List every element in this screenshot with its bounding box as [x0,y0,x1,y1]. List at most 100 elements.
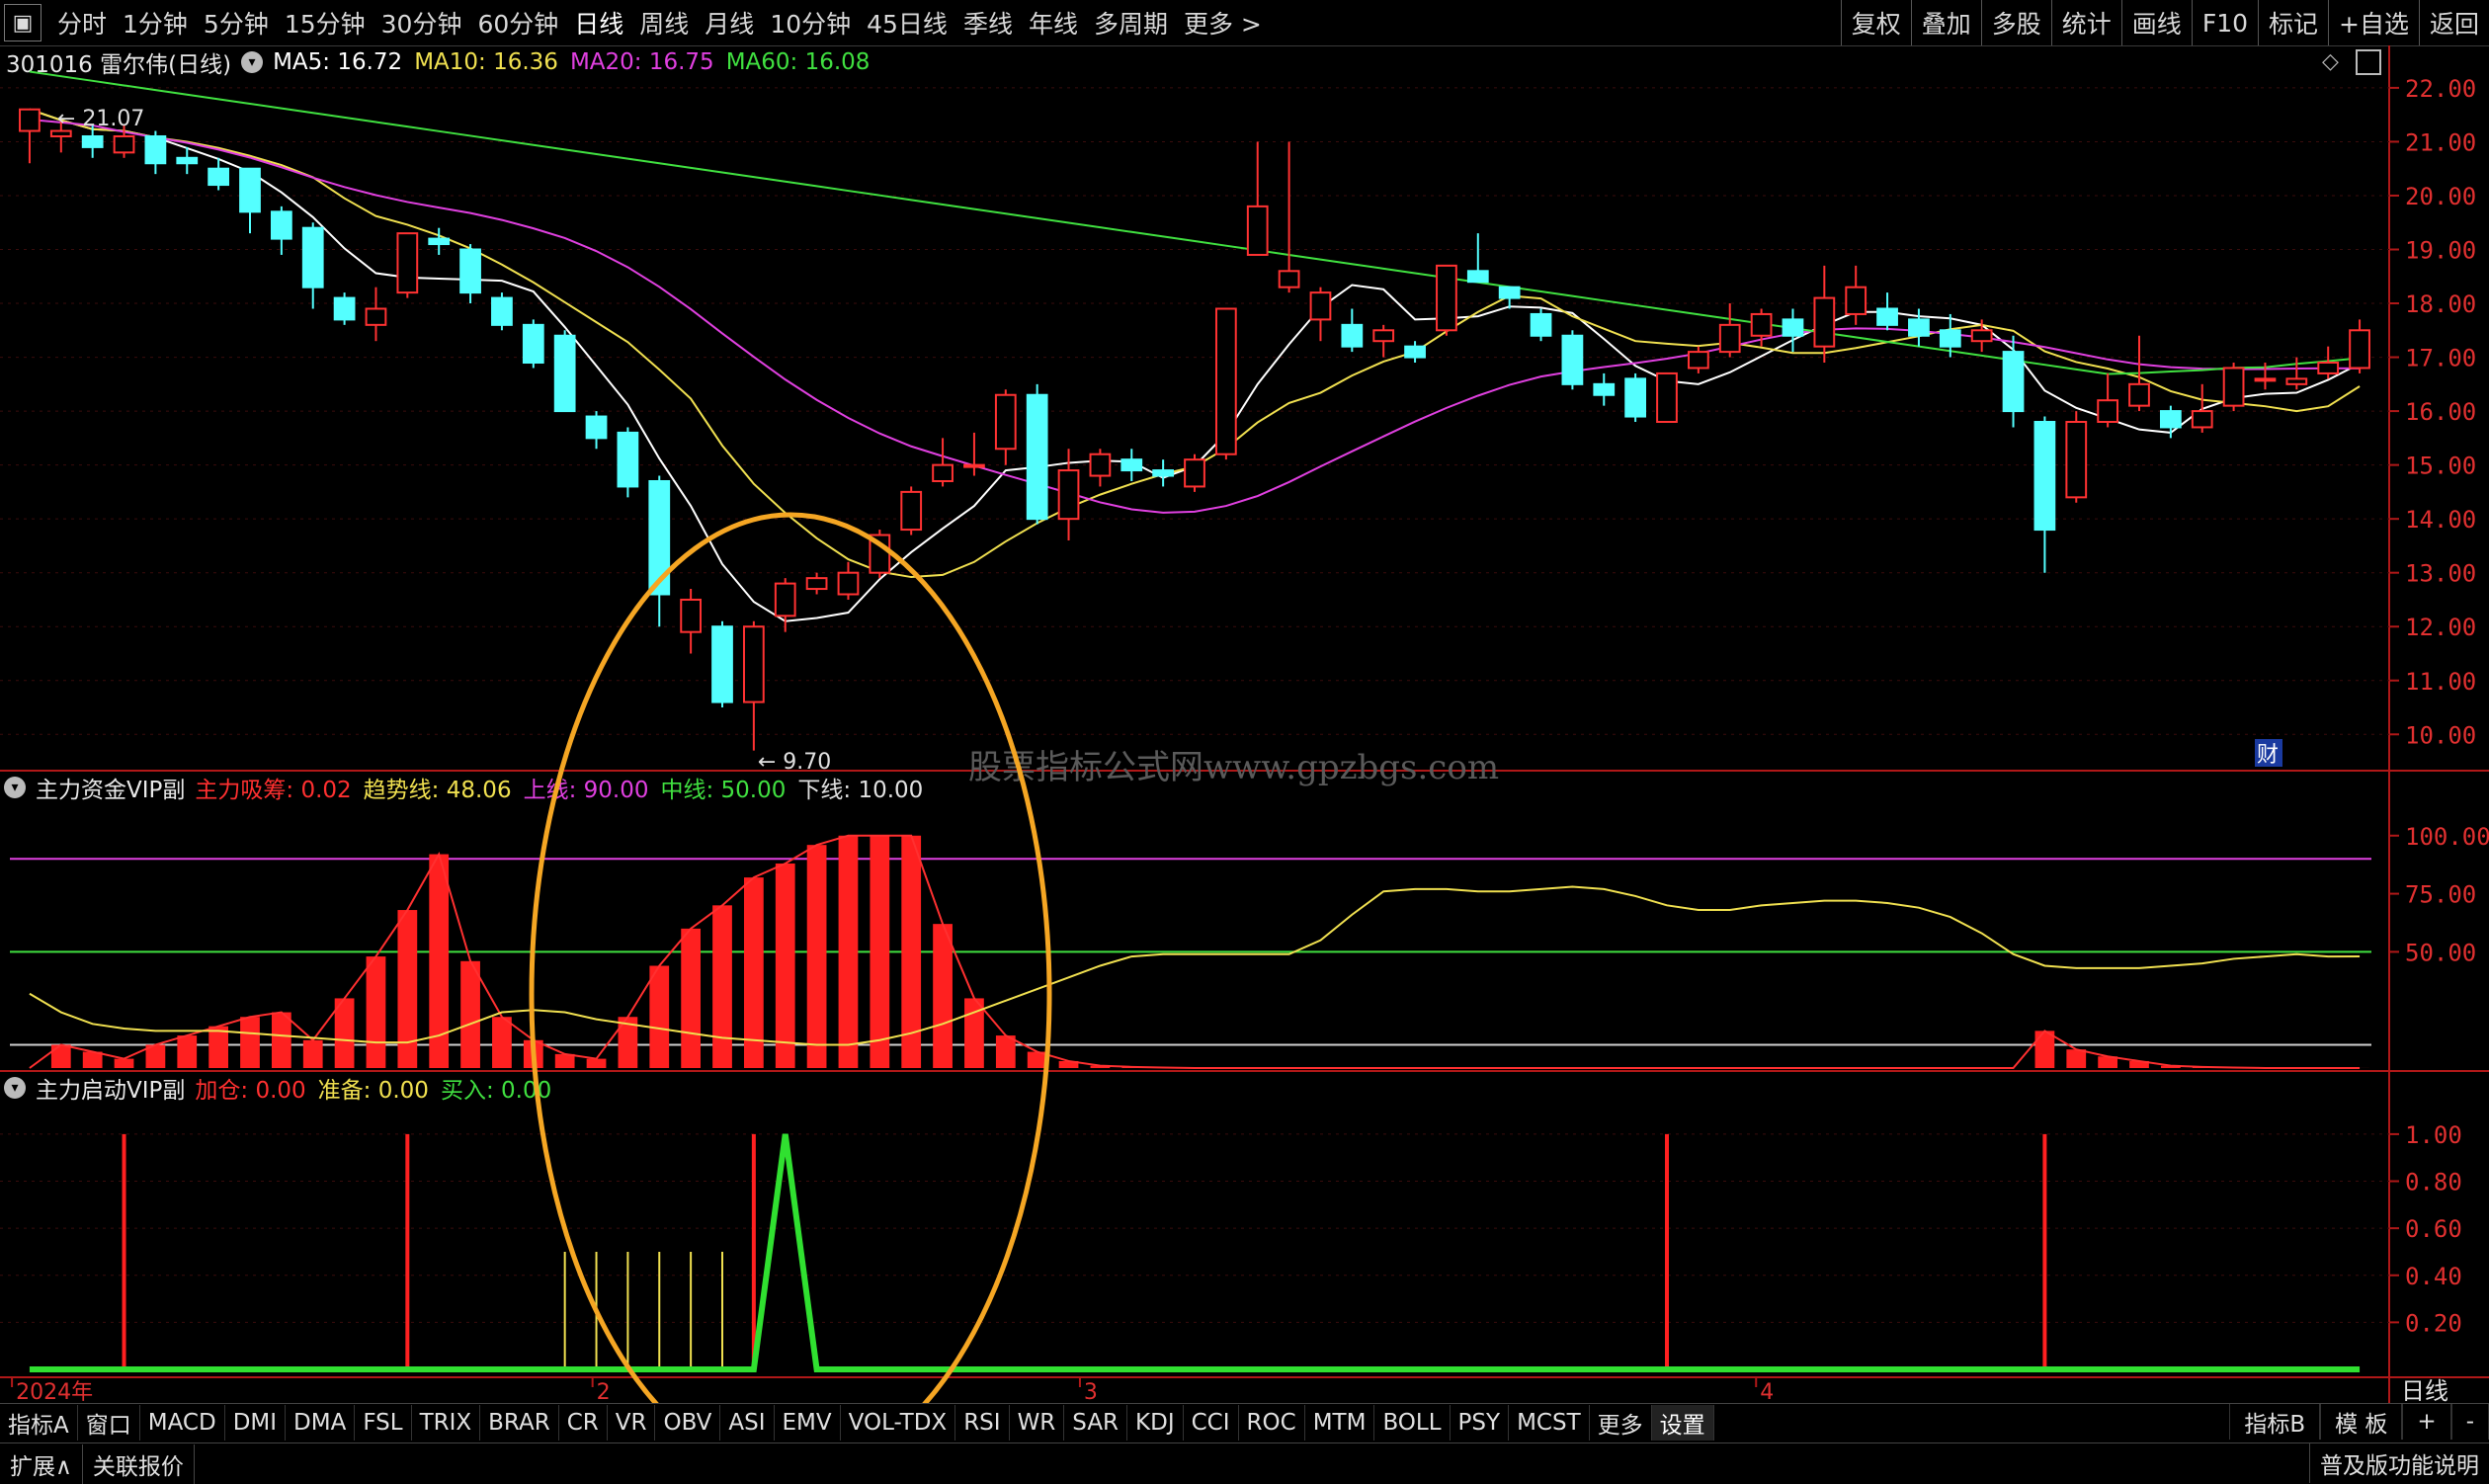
candle-down[interactable] [2161,411,2181,427]
period-tab[interactable]: 30分钟 [373,5,470,41]
candle-up[interactable] [2066,422,2086,497]
candle-down[interactable] [1594,384,1614,395]
candle-down[interactable] [1342,325,1362,347]
candle-up[interactable] [20,110,40,131]
candle-down[interactable] [335,298,355,320]
candle-up[interactable] [1972,330,1992,341]
candle-up[interactable] [996,395,1016,450]
candle-down[interactable] [1121,459,1141,470]
period-tab[interactable]: 日线 [566,5,631,41]
toolbar-button[interactable]: 画线 [2121,0,2192,45]
indicator-tab[interactable]: 窗口 [78,1405,140,1441]
candle-up[interactable] [2350,330,2369,368]
candle-up[interactable] [2256,378,2276,380]
indicator-tab[interactable]: MTM [1305,1405,1375,1441]
candle-down[interactable] [1468,271,1488,282]
candle-up[interactable] [744,626,764,701]
candle-up[interactable] [776,584,795,617]
candle-up[interactable] [681,600,701,632]
bottom-button[interactable]: 关联报价 [83,1444,195,1484]
candle-up[interactable] [964,465,984,467]
indicator-tab[interactable]: ASI [720,1405,774,1441]
candle-down[interactable] [555,336,575,411]
period-tab[interactable]: 周线 [631,5,697,41]
indicator-tab[interactable]: 设置 [1652,1405,1714,1441]
candle-down[interactable] [429,239,449,244]
window-menu-icon[interactable]: ▣ [4,4,41,41]
candle-down[interactable] [587,417,607,439]
indicator-tab[interactable]: RSI [955,1405,1009,1441]
candle-up[interactable] [901,492,921,530]
candle-down[interactable] [303,228,323,288]
indicator-tab[interactable]: EMV [775,1405,841,1441]
indicator-tab[interactable]: KDJ [1127,1405,1184,1441]
indicator-tab-right-item[interactable]: + [2402,1404,2450,1440]
candle-up[interactable] [1657,373,1677,422]
candle-down[interactable] [524,325,543,363]
candle-down[interactable] [1784,319,1803,335]
candle-down[interactable] [272,211,291,238]
candle-up[interactable] [2129,384,2149,406]
candle-down[interactable] [208,169,228,185]
indicator-tab[interactable]: CCI [1184,1405,1239,1441]
indicator-tab[interactable]: MCST [1509,1405,1590,1441]
indicator-tab[interactable]: TRIX [412,1405,481,1441]
period-tab[interactable]: 1分钟 [115,5,196,41]
candle-down[interactable] [1909,319,1929,335]
candle-down[interactable] [619,433,638,487]
candle-up[interactable] [51,131,71,136]
candle-up[interactable] [1373,330,1393,341]
candle-up[interactable] [1248,206,1268,255]
period-tab[interactable]: 分时 [49,5,115,41]
indicator-tab[interactable]: PSY [1451,1405,1510,1441]
candle-up[interactable] [1185,459,1204,486]
candle-down[interactable] [1532,314,1551,336]
indicator-tab-right-item[interactable]: - [2451,1404,2489,1440]
toolbar-button[interactable]: 统计 [2051,0,2121,45]
candle-down[interactable] [1405,347,1425,358]
candle-down[interactable] [240,169,260,212]
toolbar-button[interactable]: 多股 [1981,0,2051,45]
candle-up[interactable] [1059,470,1079,519]
candle-up[interactable] [2098,400,2117,422]
period-tab[interactable]: 年线 [1021,5,1086,41]
indicator-tab[interactable]: 指标A [0,1405,78,1441]
period-tab[interactable]: 5分钟 [196,5,277,41]
candle-up[interactable] [1280,271,1299,287]
candle-down[interactable] [1625,378,1645,416]
candle-down[interactable] [146,136,166,163]
version-info-button[interactable]: 普及版功能说明 [2309,1443,2489,1483]
candle-up[interactable] [1216,308,1236,453]
indicator-tab[interactable]: CR [559,1405,608,1441]
toolbar-button[interactable]: F10 [2192,0,2258,45]
indicator-tab[interactable]: SAR [1064,1405,1127,1441]
toolbar-button[interactable]: 复权 [1841,0,1911,45]
candle-down[interactable] [1500,288,1520,298]
indicator-tab[interactable]: MACD [140,1405,225,1441]
candle-up[interactable] [1091,454,1111,476]
toolbar-button[interactable]: 标记 [2258,0,2328,45]
candle-up[interactable] [367,308,386,324]
indicator-tab[interactable]: BRAR [480,1405,559,1441]
period-tab[interactable]: 60分钟 [469,5,566,41]
indicator-tab[interactable]: FSL [355,1405,411,1441]
period-tab[interactable]: 15分钟 [277,5,373,41]
indicator-tab-right-item[interactable]: 指标B [2229,1404,2320,1440]
candle-up[interactable] [1814,298,1834,347]
indicator-tab[interactable]: ROC [1239,1405,1305,1441]
indicator-tab[interactable]: BOLL [1374,1405,1450,1441]
candle-up[interactable] [1311,292,1331,319]
candle-up[interactable] [2286,378,2306,383]
candle-up[interactable] [2224,368,2244,405]
stock-chart[interactable]: 10.0011.0012.0013.0014.0015.0016.0017.00… [0,45,2489,1403]
candle-down[interactable] [177,158,197,163]
period-tab[interactable]: 季线 [955,5,1021,41]
fin-badge[interactable]: 财 [2257,743,2279,768]
indicator-tab[interactable]: WR [1010,1405,1065,1441]
indicator-tab-right-item[interactable]: 模 板 [2320,1404,2402,1440]
indicator-tab[interactable]: 更多 [1590,1405,1652,1441]
candle-up[interactable] [807,578,827,589]
candle-up[interactable] [839,573,859,595]
candle-up[interactable] [1752,314,1772,336]
indicator-tab[interactable]: OBV [655,1405,720,1441]
